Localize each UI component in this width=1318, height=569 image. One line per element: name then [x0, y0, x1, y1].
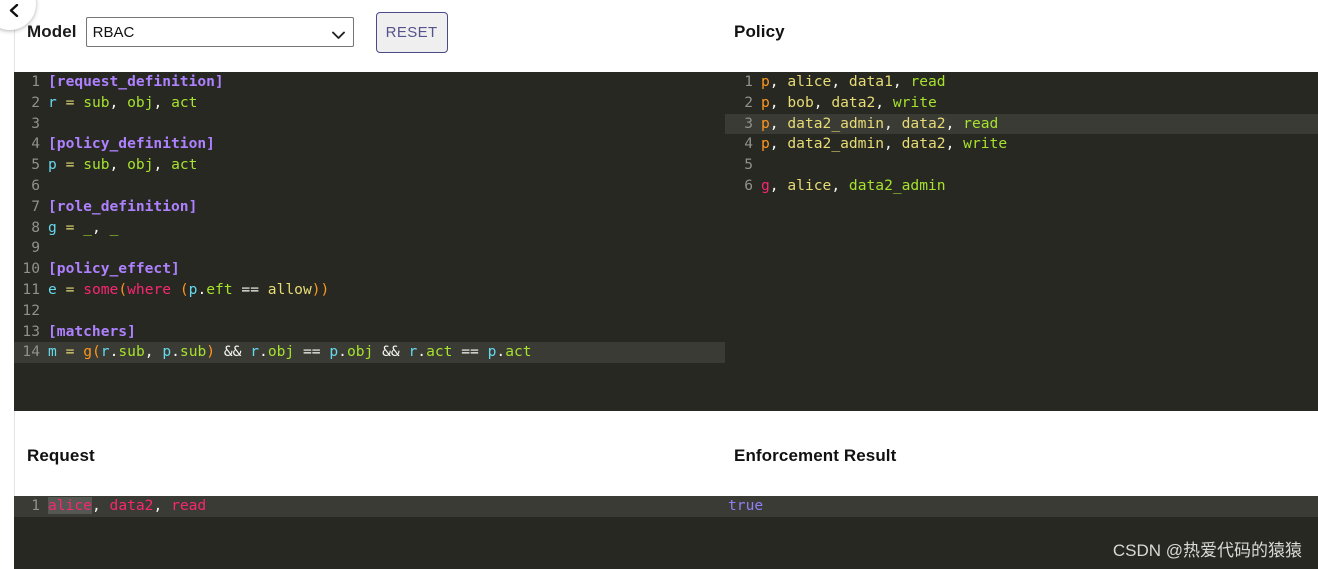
model-toolbar: Model RBAC RESET: [27, 11, 448, 53]
line-number: 11: [22, 280, 40, 298]
line-number: 6: [744, 176, 753, 194]
line-number: 6: [31, 176, 40, 194]
code-line[interactable]: 1 p, alice, data1, read: [725, 72, 1318, 93]
code-line: true: [725, 496, 1318, 517]
code-line[interactable]: 2 p, bob, data2, write: [725, 93, 1318, 114]
code-text: r = sub, obj, act: [48, 93, 198, 111]
line-number: 1: [31, 73, 40, 90]
line-number: 3: [31, 114, 40, 132]
line-number: 3: [744, 114, 753, 132]
code-text: m = g(r.sub, p.sub) && r.obj == p.obj &&…: [48, 343, 532, 361]
code-text: g, alice, data2_admin: [761, 176, 946, 194]
code-line[interactable]: 10 [policy_effect]: [14, 259, 725, 280]
reset-button[interactable]: RESET: [375, 11, 448, 53]
policy-section-title: Policy: [734, 22, 785, 41]
code-line[interactable]: 6: [14, 176, 725, 197]
code-text: g = _, _: [48, 218, 119, 236]
line-number: 1: [744, 73, 753, 90]
code-line[interactable]: 4 [policy_definition]: [14, 134, 725, 155]
model-label: Model: [27, 22, 77, 41]
code-line[interactable]: 8 g = _, _: [14, 218, 725, 239]
code-text: e = some(where (p.eft == allow)): [48, 280, 330, 298]
line-number: 8: [31, 218, 40, 236]
code-line[interactable]: 13 [matchers]: [14, 322, 725, 343]
model-editor[interactable]: 1 [request_definition] 2 r = sub, obj, act 3…: [14, 72, 725, 411]
line-number: 4: [744, 135, 753, 153]
code-line[interactable]: 11 e = some(where (p.eft == allow)): [14, 280, 725, 301]
code-line[interactable]: 1 alice, data2, read: [14, 496, 725, 517]
code-line[interactable]: 7 [role_definition]: [14, 197, 725, 218]
code-line[interactable]: 3 p, data2_admin, data2, read: [725, 113, 1318, 135]
code-line[interactable]: 5: [725, 155, 1318, 176]
code-line[interactable]: 1 [request_definition]: [14, 72, 725, 93]
code-line[interactable]: 3: [14, 114, 725, 135]
code-line[interactable]: 6 g, alice, data2_admin: [725, 176, 1318, 197]
line-number: 2: [31, 93, 40, 111]
code-text: p, data2_admin, data2, write: [761, 135, 1008, 153]
line-number: 2: [744, 93, 753, 111]
line-number: 7: [31, 197, 40, 215]
code-line[interactable]: 5 p = sub, obj, act: [14, 155, 725, 176]
code-text: [matchers]: [48, 322, 136, 340]
code-line[interactable]: 9: [14, 238, 725, 259]
code-text: [policy_effect]: [48, 260, 180, 278]
code-text: p, bob, data2, write: [761, 93, 937, 111]
line-number: 5: [31, 156, 40, 174]
line-number: 5: [744, 156, 753, 174]
code-line[interactable]: 4 p, data2_admin, data2, write: [725, 134, 1318, 155]
result-value: true: [728, 497, 764, 514]
result-section-title: Enforcement Result: [734, 446, 897, 465]
code-text: alice, data2, read: [48, 497, 207, 514]
watermark: CSDN @热爱代码的猿猿: [1112, 541, 1302, 560]
code-text: p = sub, obj, act: [48, 156, 198, 174]
code-text: p, alice, data1, read: [761, 73, 946, 90]
casbin-editor-page: Model RBAC RESET Policy Request Enforcem…: [0, 0, 1318, 569]
line-number: 9: [31, 239, 40, 257]
line-number: 12: [22, 301, 40, 319]
line-number: 10: [22, 260, 40, 278]
code-text: p, data2_admin, data2, read: [761, 114, 999, 132]
code-text: [request_definition]: [48, 73, 224, 90]
line-number: 1: [31, 497, 40, 514]
code-text: [policy_definition]: [48, 135, 215, 153]
line-number: 13: [22, 322, 40, 340]
code-line[interactable]: 14 m = g(r.sub, p.sub) && r.obj == p.obj …: [14, 342, 725, 364]
request-section-title: Request: [27, 446, 95, 465]
line-number: 14: [22, 343, 40, 361]
code-line[interactable]: 12: [14, 301, 725, 322]
policy-editor[interactable]: 1 p, alice, data1, read 2 p, bob, data2, wr…: [725, 72, 1318, 411]
model-select[interactable]: RBAC: [85, 17, 354, 47]
line-number: 4: [31, 135, 40, 153]
code-line[interactable]: 2 r = sub, obj, act: [14, 93, 725, 114]
model-select-wrapper: RBAC: [85, 17, 354, 47]
request-editor[interactable]: 1 alice, data2, read: [14, 496, 725, 569]
code-text: [role_definition]: [48, 197, 198, 215]
